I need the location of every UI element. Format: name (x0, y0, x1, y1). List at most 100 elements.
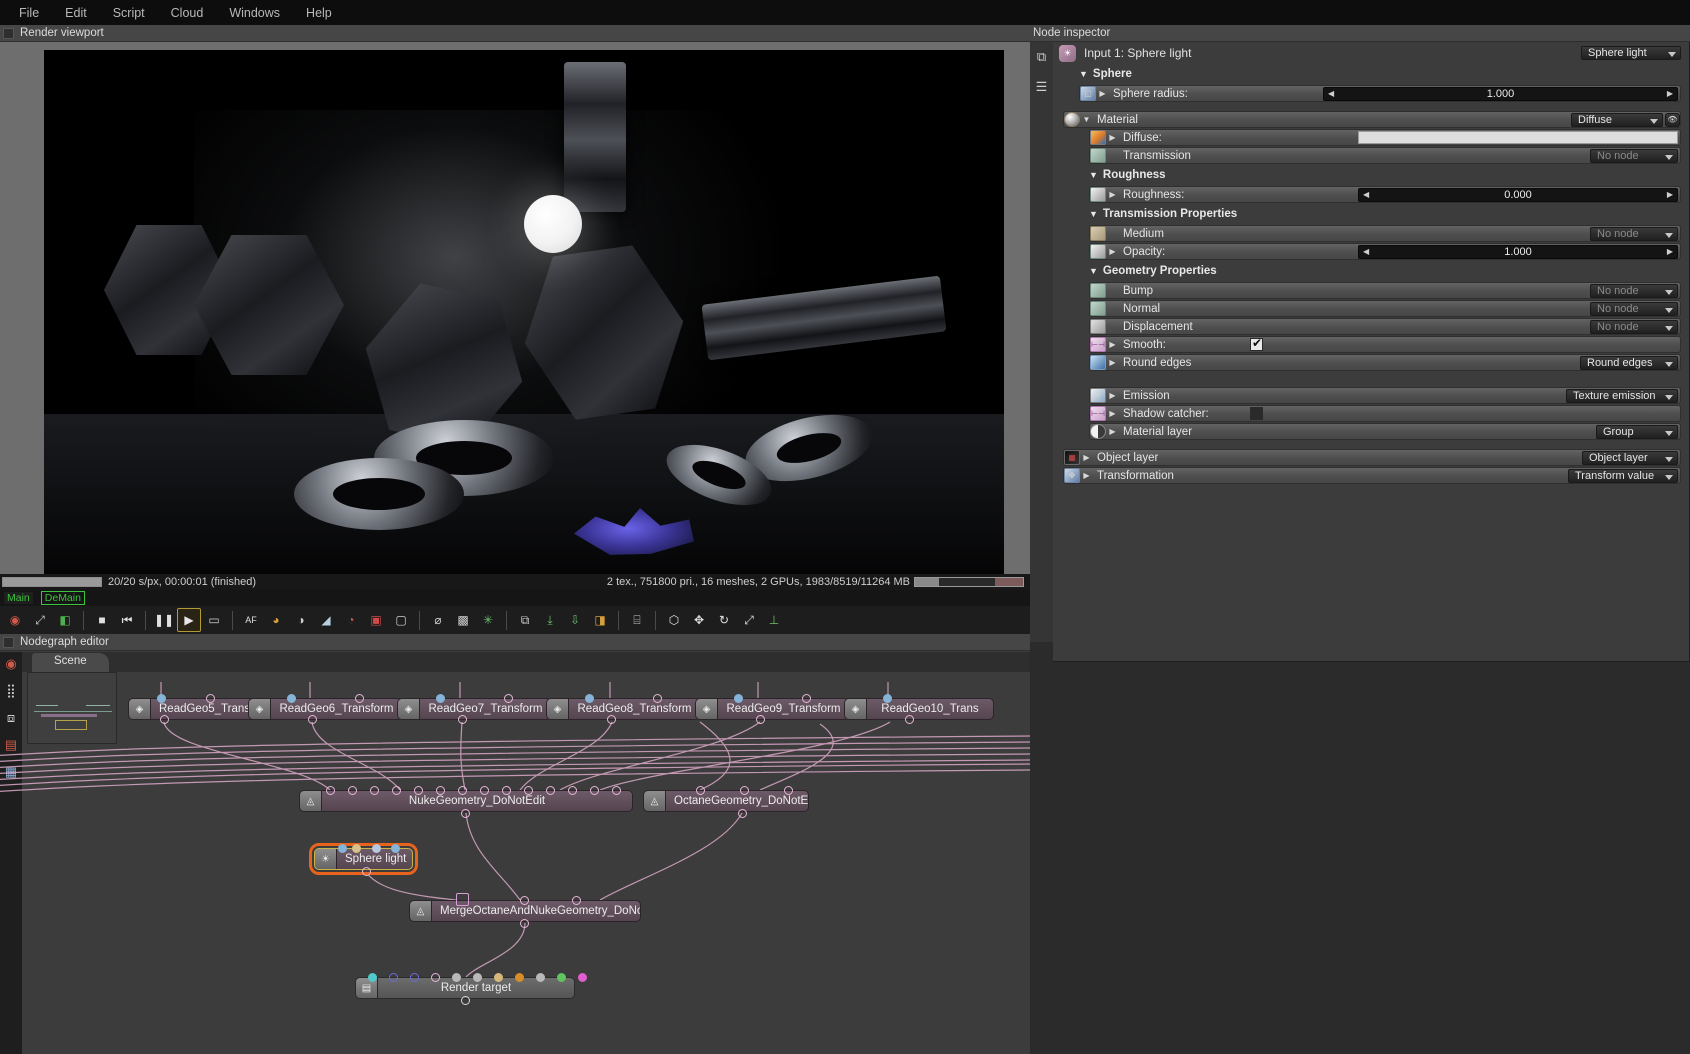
render-target-port-g[interactable] (578, 973, 587, 982)
row-control[interactable]: ◀ 1.000 ▶ (1358, 244, 1680, 259)
row-control[interactable]: No node (1590, 283, 1680, 298)
slider-decrement-icon[interactable]: ◀ (1363, 247, 1369, 256)
chevron-right-icon[interactable]: ▶ (1106, 190, 1119, 199)
node-output-port[interactable] (362, 867, 371, 876)
slider-decrement-icon[interactable]: ◀ (1363, 190, 1369, 199)
denoiser-icon[interactable]: ◔ (339, 608, 363, 632)
node-input-port[interactable] (370, 786, 379, 795)
row-normal[interactable]: Normal No node (1089, 300, 1681, 317)
row-roughness[interactable]: ▶ Roughness: ◀ 0.000 ▶ (1089, 186, 1681, 203)
align-nodes-icon[interactable]: ⣿ (6, 683, 16, 699)
grid-nodes-icon[interactable]: ▦ (5, 764, 17, 780)
node-input-port[interactable] (653, 694, 662, 703)
row-control[interactable] (1358, 131, 1680, 144)
render-target-port-f[interactable] (557, 973, 566, 982)
imager-icon[interactable]: ◢ (314, 608, 338, 632)
menu-help[interactable]: Help (293, 3, 345, 23)
row-transformation[interactable]: ✥ ▶ Transformation Transform value (1063, 467, 1681, 484)
node-input-port[interactable] (546, 786, 555, 795)
axis-gizmo-icon[interactable]: ⊥ (762, 608, 786, 632)
row-control[interactable]: ◀ 1.000 ▶ (1323, 86, 1680, 101)
chevron-down-icon[interactable]: ▼ (1080, 115, 1093, 124)
node-input-port[interactable] (480, 786, 489, 795)
play-render-icon[interactable]: ▶ (177, 608, 201, 632)
render-image[interactable] (44, 50, 1004, 574)
node-output-port[interactable] (520, 919, 529, 928)
row-displacement[interactable]: Displacement No node (1089, 318, 1681, 335)
node-input-port[interactable] (696, 786, 705, 795)
menu-script[interactable]: Script (100, 3, 158, 23)
normal-node-dropdown[interactable]: No node (1590, 301, 1678, 316)
row-smooth[interactable]: ⊢⊣ ▶ Smooth: (1089, 336, 1681, 353)
material-layer-dropdown[interactable]: Group (1596, 424, 1678, 439)
menu-edit[interactable]: Edit (52, 3, 100, 23)
bump-node-dropdown[interactable]: No node (1590, 283, 1678, 298)
row-emission[interactable]: ☀ ▶ Emission Texture emission (1089, 387, 1681, 404)
node-input-port[interactable] (355, 694, 364, 703)
node-pick-icon[interactable]: ◉ (5, 656, 16, 672)
node-input-port[interactable] (585, 694, 594, 703)
row-material[interactable]: ▼ Material Diffuse 👁 (1063, 111, 1681, 128)
node-input-port[interactable] (392, 786, 401, 795)
diffuse-color-field[interactable] (1358, 131, 1678, 144)
node-input-port[interactable] (883, 694, 892, 703)
alpha-icon[interactable]: ◨ (588, 608, 612, 632)
aov-demain[interactable]: DeMain (40, 591, 85, 605)
row-control[interactable]: Object layer (1582, 450, 1680, 465)
row-opacity[interactable]: ▶ Opacity: ◀ 1.000 ▶ (1089, 243, 1681, 260)
film-region-icon[interactable]: ▢ (389, 608, 413, 632)
node-input-port[interactable] (524, 786, 533, 795)
chevron-right-icon[interactable]: ▶ (1106, 358, 1119, 367)
node-input-port[interactable] (206, 694, 215, 703)
group-nodes-icon[interactable]: ⧈ (7, 710, 15, 726)
row-shadow-catcher[interactable]: ⊢⊣ ▶ Shadow catcher: (1089, 405, 1681, 422)
slider-decrement-icon[interactable]: ◀ (1328, 89, 1334, 98)
render-target-port-a[interactable] (452, 973, 461, 982)
render-target-port-d[interactable] (515, 973, 524, 982)
medium-node-dropdown[interactable]: No node (1590, 226, 1678, 241)
chevron-right-icon[interactable]: ▶ (1106, 247, 1119, 256)
node-input-port[interactable] (414, 786, 423, 795)
row-control[interactable]: Round edges (1580, 355, 1680, 370)
transformation-dropdown[interactable]: Transform value (1568, 468, 1678, 483)
chevron-right-icon[interactable]: ▶ (1106, 409, 1119, 418)
node-input-port[interactable] (590, 786, 599, 795)
resolution-icon[interactable]: ▭ (202, 608, 226, 632)
row-control[interactable]: ◀ 0.000 ▶ (1358, 187, 1680, 202)
node-input-port[interactable] (572, 896, 581, 905)
node-input-port[interactable] (612, 786, 621, 795)
menu-cloud[interactable]: Cloud (158, 3, 217, 23)
emission-dropdown[interactable]: Texture emission (1566, 388, 1678, 403)
node-input-port[interactable] (391, 844, 400, 853)
node-input-port[interactable] (436, 694, 445, 703)
row-control[interactable]: No node (1590, 301, 1680, 316)
node-output-port[interactable] (461, 809, 470, 818)
row-control[interactable]: Group (1596, 424, 1680, 439)
chevron-right-icon[interactable]: ▶ (1106, 391, 1119, 400)
node-type-dropdown[interactable]: Sphere light (1581, 46, 1681, 60)
row-bump[interactable]: Bump No node (1089, 282, 1681, 299)
row-object-layer[interactable]: ▦ ▶ Object layer Object layer (1063, 449, 1681, 466)
node-output-port[interactable] (458, 715, 467, 724)
object-layer-dropdown[interactable]: Object layer (1582, 450, 1678, 465)
eye-icon[interactable]: 👁 (1665, 112, 1680, 127)
slider-increment-icon[interactable]: ▶ (1667, 247, 1673, 256)
move-tool-icon[interactable]: ✥ (687, 608, 711, 632)
node-input-port-highlighted[interactable] (456, 893, 469, 906)
panel-menu-icon[interactable] (3, 27, 14, 39)
row-sphere-radius[interactable]: ◱ ▶ Sphere radius: ◀ 1.000 ▶ (1079, 85, 1681, 102)
displacement-node-dropdown[interactable]: No node (1590, 319, 1678, 334)
row-transmission[interactable]: Transmission No node (1089, 147, 1681, 164)
render-target-port-c[interactable] (494, 973, 503, 982)
scale-tool-icon[interactable]: ⤢ (737, 608, 761, 632)
group-geometry-properties[interactable]: ▼ Geometry Properties (1053, 261, 1689, 281)
magic-wand-icon[interactable]: ✳ (476, 608, 500, 632)
row-round-edges[interactable]: ▶ Round edges Round edges (1089, 354, 1681, 371)
render-region-icon[interactable]: ▣ (364, 608, 388, 632)
node-readgeo10-transform[interactable]: ◈ ReadGeo10_Trans (844, 698, 994, 720)
node-output-port[interactable] (738, 809, 747, 818)
stop-render-icon[interactable]: ■ (90, 608, 114, 632)
row-medium[interactable]: Medium No node (1089, 225, 1681, 242)
rotate-tool-icon[interactable]: ↻ (712, 608, 736, 632)
node-output-port[interactable] (308, 715, 317, 724)
